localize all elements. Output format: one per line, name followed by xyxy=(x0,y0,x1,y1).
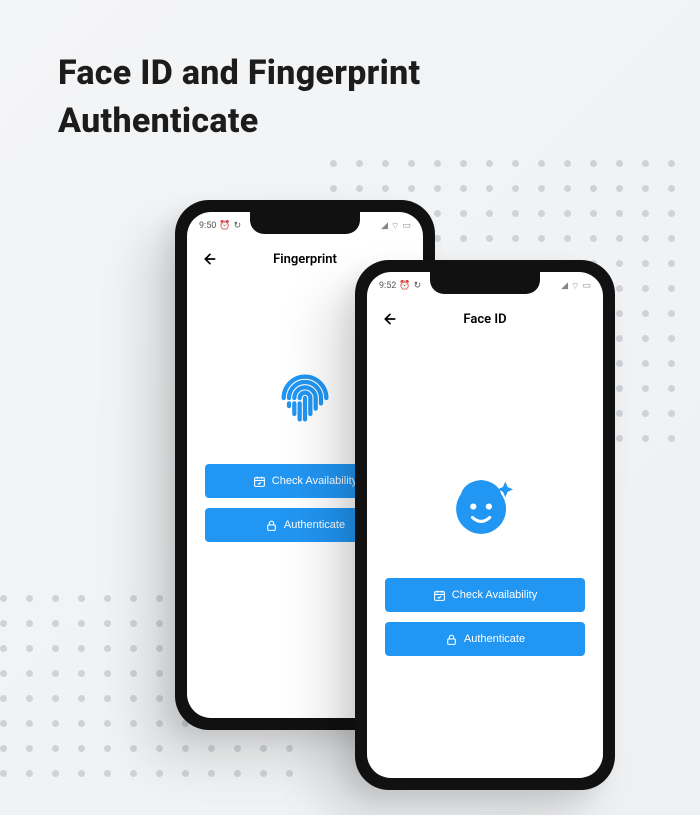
button-label: Check Availability xyxy=(272,475,357,487)
face-icon xyxy=(446,466,524,548)
authenticate-button[interactable]: Authenticate xyxy=(385,622,585,656)
wifi-icon: ⌔ xyxy=(571,281,579,292)
sync-icon: ↻ xyxy=(234,221,242,231)
alarm-icon: ⏰ xyxy=(219,221,230,231)
phone-notch xyxy=(430,272,540,294)
lock-icon xyxy=(445,633,458,646)
page-title: Face ID and Fingerprint Authenticate xyxy=(58,50,420,145)
check-availability-button[interactable]: Check Availability xyxy=(385,578,585,612)
button-label: Authenticate xyxy=(464,633,525,645)
status-time: 9:52 xyxy=(379,281,396,291)
screen-title: Fingerprint xyxy=(273,252,337,267)
calendar-check-icon xyxy=(433,589,446,602)
fingerprint-icon xyxy=(273,366,337,434)
calendar-check-icon xyxy=(253,475,266,488)
sync-icon: ↻ xyxy=(414,281,422,291)
signal-icon: ◢ xyxy=(561,281,568,291)
battery-icon: ▭ xyxy=(402,221,411,231)
phone-mockup-faceid: 9:52 ⏰ ↻ ◢ ⌔ ▭ Face ID xyxy=(355,260,615,790)
screen-title: Face ID xyxy=(463,312,506,327)
headline-line2: Authenticate xyxy=(58,101,258,141)
lock-icon xyxy=(265,519,278,532)
button-label: Check Availability xyxy=(452,589,537,601)
arrow-left-icon xyxy=(202,251,218,267)
button-label: Authenticate xyxy=(284,519,345,531)
wifi-icon: ⌔ xyxy=(391,221,399,232)
signal-icon: ◢ xyxy=(381,221,388,231)
battery-icon: ▭ xyxy=(582,281,591,291)
back-button[interactable] xyxy=(379,308,401,330)
phone-notch xyxy=(250,212,360,234)
headline-line1: Face ID and Fingerprint xyxy=(58,53,420,93)
arrow-left-icon xyxy=(382,311,398,327)
alarm-icon: ⏰ xyxy=(399,281,410,291)
back-button[interactable] xyxy=(199,248,221,270)
status-time: 9:50 xyxy=(199,221,216,231)
app-bar: Face ID xyxy=(367,302,603,336)
